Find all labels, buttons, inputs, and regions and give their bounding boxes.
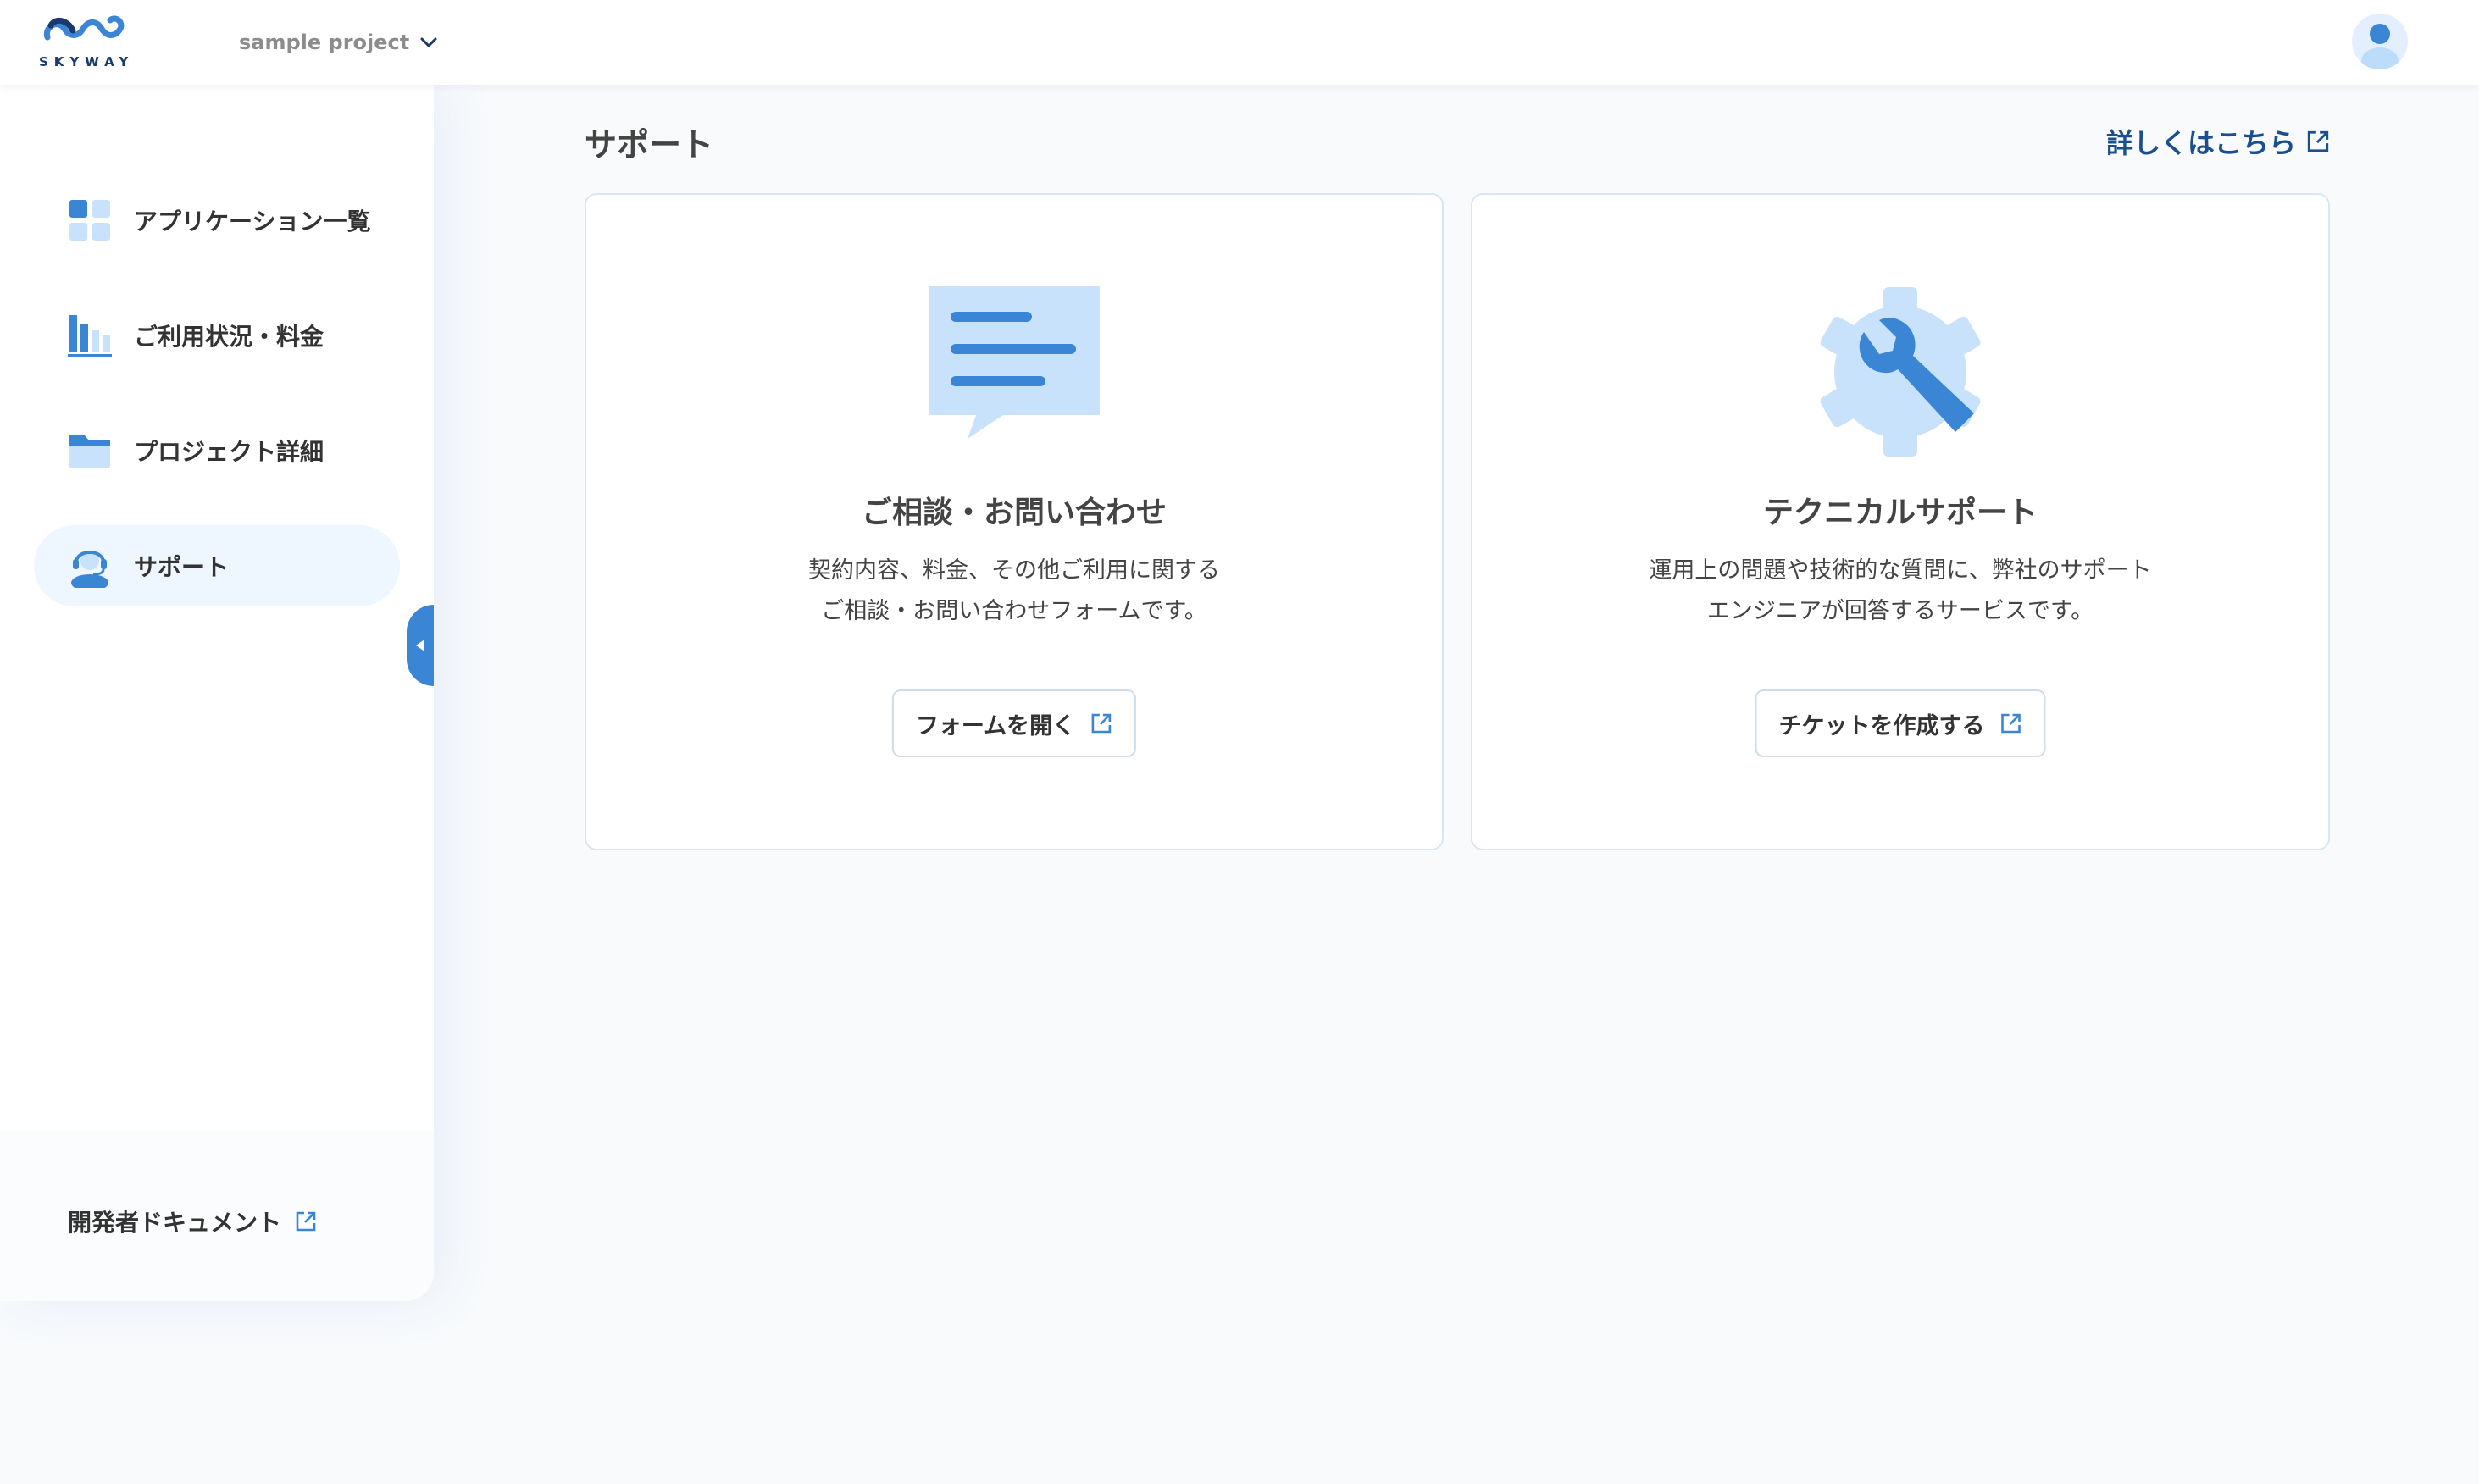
external-link-icon: [1091, 713, 1112, 734]
card-description: 契約内容、料金、その他ご利用に関する ご相談・お問い合わせフォームです。: [586, 551, 1442, 632]
top-header: SKYWAY sample project: [0, 0, 2479, 85]
button-label: フォームを開く: [915, 712, 1076, 739]
skyway-logo[interactable]: SKYWAY: [39, 12, 129, 71]
sidebar-item-usage[interactable]: ご利用状況・料金: [34, 295, 400, 376]
contact-card: ご相談・お問い合わせ 契約内容、料金、その他ご利用に関する ご相談・お問い合わせ…: [585, 193, 1444, 850]
create-ticket-button[interactable]: チケットを作成する: [1755, 689, 2046, 757]
more-info-link[interactable]: 詳しくはこちら: [2106, 122, 2330, 161]
sidebar-item-applications[interactable]: アプリケーション一覧: [34, 180, 400, 261]
developer-docs-link[interactable]: 開発者ドキュメント: [68, 1204, 317, 1238]
card-description-line: ご相談・お問い合わせフォームです。: [821, 598, 1207, 624]
logo-text: SKYWAY: [39, 54, 135, 69]
logo-icon: [43, 15, 125, 41]
card-description-line: 契約内容、料金、その他ご利用に関する: [808, 557, 1220, 584]
folder-icon: [69, 435, 110, 468]
card-title: ご相談・お問い合わせ: [861, 496, 1167, 530]
sidebar-item-project-details[interactable]: プロジェクト詳細: [34, 410, 400, 491]
user-avatar[interactable]: [2352, 14, 2408, 69]
external-link-icon: [2307, 130, 2329, 152]
card-title: テクニカルサポート: [1762, 496, 2038, 530]
more-info-label: 詳しくはこちら: [2105, 127, 2296, 159]
gear-wrench-icon: [1820, 287, 1981, 457]
technical-support-card: テクニカルサポート 運用上の問題や技術的な質問に、弊社のサポート エンジニアが回…: [1471, 193, 2330, 850]
sidebar-item-label: アプリケーション一覧: [134, 208, 371, 235]
headset-icon: [71, 551, 108, 588]
card-description-line: 運用上の問題や技術的な質問に、弊社のサポート: [1649, 557, 2152, 584]
button-label: チケットを作成する: [1778, 712, 1985, 739]
project-selector[interactable]: sample project: [239, 25, 438, 59]
sidebar-collapse-button[interactable]: [407, 605, 434, 686]
triangle-left-icon: [416, 640, 424, 651]
chat-bubble-icon: [929, 286, 1100, 439]
developer-docs-label: 開発者ドキュメント: [68, 1209, 282, 1237]
bar-chart-icon: [68, 315, 112, 357]
user-icon: [2361, 24, 2399, 69]
sidebar-item-label: ご利用状況・料金: [134, 323, 324, 351]
sidebar: アプリケーション一覧 ご利用状況・料金 プロジェクト詳細 サポート 開発者ドキュ…: [0, 85, 434, 1301]
sidebar-item-label: サポート: [134, 553, 230, 581]
sidebar-footer: 開発者ドキュメント: [0, 1130, 434, 1301]
page-title: サポート: [585, 126, 714, 163]
external-link-icon: [2001, 713, 2021, 734]
sidebar-item-support[interactable]: サポート: [34, 525, 400, 606]
project-name: sample project: [239, 30, 410, 54]
sidebar-item-label: プロジェクト詳細: [134, 438, 324, 466]
card-description: 運用上の問題や技術的な質問に、弊社のサポート エンジニアが回答するサービスです。: [1472, 551, 2328, 632]
grid-icon: [69, 200, 110, 241]
external-link-icon: [296, 1211, 316, 1232]
card-description-line: エンジニアが回答するサービスです。: [1706, 598, 2094, 624]
chevron-down-icon: [420, 37, 437, 47]
open-form-button[interactable]: フォームを開く: [891, 689, 1137, 757]
